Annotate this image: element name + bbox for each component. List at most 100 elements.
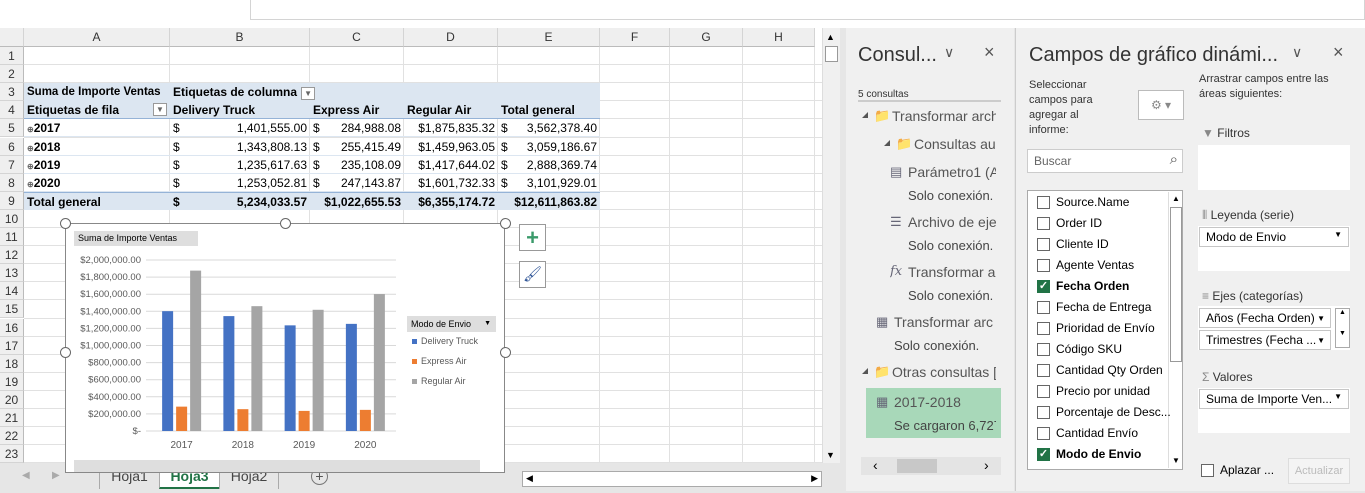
column-header[interactable]: B — [170, 28, 310, 47]
pivot-value-cell[interactable]: 3,059,186.67 — [514, 138, 600, 156]
pivot-value-cell[interactable]: $ — [498, 156, 514, 174]
scroll-left-icon[interactable]: ◀ — [526, 473, 533, 484]
field-item[interactable]: Cantidad Qty Orden — [1037, 362, 1163, 382]
checkbox[interactable] — [1037, 343, 1050, 357]
row-header[interactable]: 1 — [0, 47, 24, 65]
column-header[interactable]: D — [404, 28, 498, 47]
checkbox[interactable] — [1037, 427, 1050, 441]
query-name[interactable]: Parámetro1 (A — [908, 164, 996, 180]
field-item[interactable]: Agente Ventas — [1037, 257, 1134, 277]
pivot-value-cell[interactable]: $1,417,644.02 — [404, 156, 498, 174]
select-all-corner[interactable] — [0, 28, 24, 47]
field-item[interactable]: Precio por unidad — [1037, 383, 1150, 403]
row-header[interactable]: 22 — [0, 427, 24, 446]
pivot-value-cell[interactable]: $1,459,963.05 — [404, 138, 498, 156]
row-header[interactable]: 15 — [0, 300, 24, 319]
column-header[interactable]: A — [24, 28, 170, 47]
pivot-value-cell[interactable]: $ — [170, 138, 190, 156]
row-header[interactable]: 11 — [0, 228, 24, 246]
resize-handle[interactable] — [60, 218, 71, 229]
row-header[interactable]: 12 — [0, 246, 24, 265]
row-header[interactable]: 23 — [0, 445, 24, 463]
chevron-down-icon[interactable]: ∨ — [944, 44, 954, 61]
row-header[interactable]: 18 — [0, 354, 24, 373]
chart-styles-brush-icon[interactable]: 🖌 — [519, 261, 546, 288]
pivot-value-cell[interactable]: $ — [170, 119, 190, 138]
query-name[interactable]: Transformar ar — [908, 264, 996, 280]
pivot-column-header[interactable]: Express Air — [310, 101, 404, 120]
queries-scrollbar[interactable]: ‹ › — [861, 457, 1001, 475]
filter-dropdown-icon[interactable]: ▼ — [153, 103, 167, 117]
expand-icon[interactable]: ⊕ — [27, 125, 34, 134]
checkbox[interactable] — [1037, 406, 1050, 420]
row-header[interactable]: 3 — [0, 83, 24, 102]
checkbox[interactable] — [1037, 364, 1050, 378]
checkbox[interactable] — [1037, 259, 1050, 273]
pivot-value-cell[interactable]: 255,415.49 — [326, 138, 404, 156]
legend-filter-button[interactable]: Modo de Envio ▼ — [407, 316, 496, 332]
query-name[interactable]: 2017-2018 — [894, 394, 996, 410]
pivot-row-label[interactable]: Total general — [24, 191, 170, 210]
resize-handle[interactable] — [280, 218, 291, 229]
checked-checkbox[interactable]: ✓ — [1037, 280, 1050, 294]
pivot-column-header[interactable]: Delivery Truck — [170, 101, 310, 120]
collapse-arrow-icon[interactable]: ◢ — [862, 366, 868, 375]
defer-update-checkbox[interactable]: Aplazar ... — [1201, 463, 1274, 478]
pivot-value-cell[interactable]: $ — [498, 138, 514, 156]
query-name[interactable]: Transformar arc — [894, 314, 996, 330]
vertical-scrollbar[interactable]: ▲ ▼ — [822, 28, 840, 463]
field-item[interactable]: Prioridad de Envío — [1037, 320, 1155, 340]
pivot-value-cell[interactable]: $1,022,655.53 — [310, 191, 404, 210]
row-header[interactable]: 16 — [0, 318, 24, 337]
update-button[interactable]: Actualizar — [1288, 458, 1350, 484]
pivot-value-cell[interactable]: $1,601,732.33 — [404, 174, 498, 192]
pivot-value-cell[interactable]: $ — [310, 119, 326, 138]
checkbox[interactable] — [1037, 301, 1050, 315]
values-field-button[interactable]: Suma de Importe Ven... ▼ — [1199, 389, 1349, 409]
row-header[interactable]: 4 — [0, 101, 24, 120]
pivot-value-cell[interactable]: $ — [498, 119, 514, 138]
pivot-value-cell[interactable]: 247,143.87 — [326, 174, 404, 192]
pivot-value-cell[interactable]: $ — [310, 174, 326, 192]
chevron-down-icon[interactable]: ∨ — [1292, 44, 1302, 61]
collapse-arrow-icon[interactable]: ◢ — [862, 110, 868, 119]
gear-icon[interactable]: ⚙ ▾ — [1138, 90, 1184, 120]
row-header[interactable]: 5 — [0, 119, 24, 138]
row-header[interactable]: 10 — [0, 209, 24, 228]
resize-handle[interactable] — [500, 347, 511, 358]
pivot-row-label[interactable]: ⊕2018 — [24, 138, 170, 156]
field-item[interactable]: Cliente ID — [1037, 236, 1109, 256]
pivot-value-cell[interactable]: 5,234,033.57 — [190, 191, 310, 210]
scroll-right-icon[interactable]: ▶ — [811, 473, 818, 484]
pivot-value-cell[interactable]: 284,988.08 — [326, 119, 404, 138]
query-name[interactable]: Otras consultas [ — [892, 364, 996, 380]
pivot-row-label[interactable]: ⊕2019 — [24, 156, 170, 174]
pivot-value-cell[interactable]: 3,562,378.40 — [514, 119, 600, 138]
resize-handle[interactable] — [60, 347, 71, 358]
expand-icon[interactable]: ⊕ — [27, 162, 34, 171]
field-list-scrollbar[interactable]: ▲ ▼ — [1168, 192, 1182, 468]
column-header[interactable]: H — [743, 28, 815, 47]
field-item[interactable]: Porcentaje de Desc... — [1037, 404, 1171, 424]
checkbox[interactable] — [1037, 217, 1050, 231]
scroll-thumb[interactable] — [825, 46, 838, 62]
pivot-value-cell[interactable]: $ — [170, 174, 190, 192]
column-header[interactable]: F — [600, 28, 670, 47]
field-item[interactable]: Fecha de Entrega — [1037, 299, 1151, 319]
checkbox[interactable] — [1037, 322, 1050, 336]
pivot-value-cell[interactable]: $ — [310, 156, 326, 174]
pivot-value-cell[interactable]: $ — [310, 138, 326, 156]
field-item[interactable]: ✓ Modo de Envio — [1037, 446, 1141, 466]
pivot-column-labels[interactable]: Etiquetas de columna ▼ — [170, 83, 600, 102]
row-header[interactable]: 21 — [0, 409, 24, 427]
scroll-right-icon[interactable]: › — [984, 457, 989, 473]
checked-checkbox[interactable]: ✓ — [1037, 448, 1050, 462]
checkbox[interactable] — [1201, 464, 1214, 478]
pivot-value-cell[interactable]: 1,343,808.13 — [190, 138, 310, 156]
field-search-input[interactable]: Buscar ⌕ — [1027, 149, 1183, 173]
row-header[interactable]: 13 — [0, 264, 24, 283]
pivot-value-cell[interactable]: 2,888,369.74 — [514, 156, 600, 174]
tab-next-icon[interactable]: ▶ — [52, 470, 60, 481]
axis-field-button[interactable]: Años (Fecha Orden) ▼ — [1199, 308, 1331, 328]
tab-prev-icon[interactable]: ◀ — [22, 470, 30, 481]
